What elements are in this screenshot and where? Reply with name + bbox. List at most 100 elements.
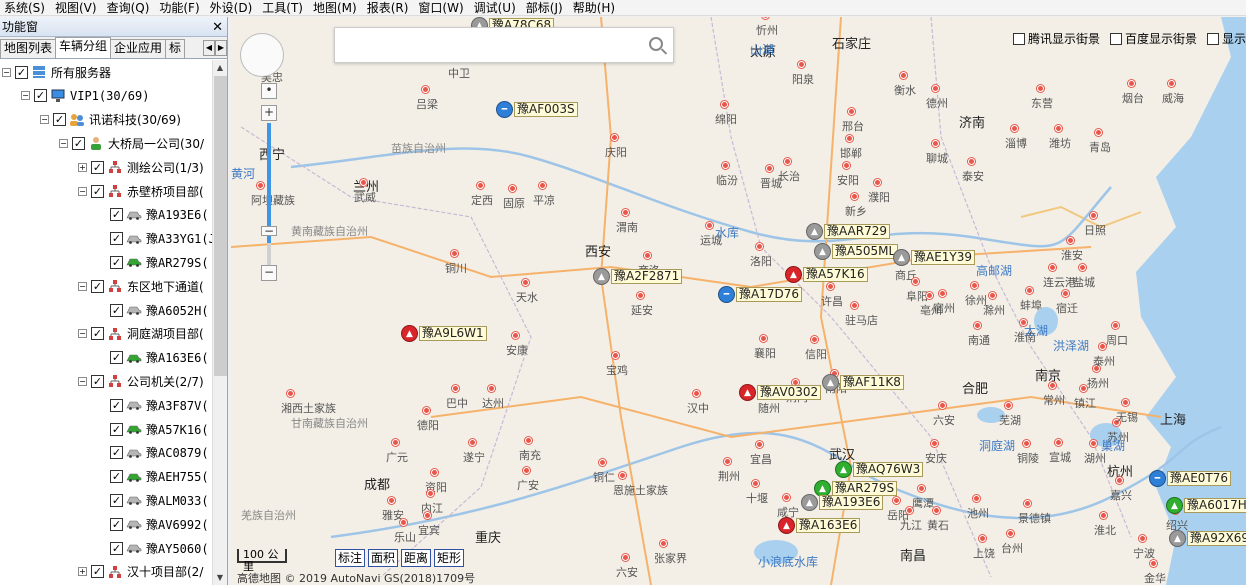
tree-vehicle-item[interactable]: ✓ 豫A163E6( [97, 348, 209, 368]
map-view[interactable]: 太原 石家庄 济南 西宁 兰州 西安 武汉 合肥 南京 上海 杭州 成都 重庆 南昌 忻州 阳泉 衡水 德州 东营烟… [231, 17, 1246, 585]
scroll-up-icon[interactable]: ▲ [213, 60, 227, 75]
zoom-slider-handle[interactable]: − [261, 225, 277, 237]
vehicle-marker[interactable]: ▲ 豫A6017H [1166, 497, 1246, 514]
vehicle-offline-icon[interactable]: ▲ [806, 223, 823, 240]
vehicle-marker[interactable]: ▲ 豫A505ML [814, 243, 899, 260]
zoom-in-button[interactable]: + [261, 105, 277, 121]
tree-checkbox[interactable]: ✓ [110, 232, 123, 246]
menu-item[interactable]: 报表(R) [363, 0, 415, 16]
tree-checkbox[interactable]: ✓ [91, 327, 104, 341]
vehicle-marker[interactable]: ▲ 豫A2F2871 [593, 268, 683, 285]
vehicle-marker[interactable]: ▲ 豫AE1Y39 [893, 249, 976, 266]
vehicle-moving-icon[interactable]: ▲ [785, 266, 802, 283]
map-tool-button[interactable]: 矩形 [434, 549, 465, 567]
street-view-checkbox[interactable]: 腾讯显示街景 [1012, 30, 1100, 47]
tree-group-item[interactable]: − ✓ 讯诺科技(30/69) [40, 110, 181, 130]
tree-vehicle-item[interactable]: ✓ 豫A33YG1(J [97, 229, 212, 249]
vehicle-plate-label[interactable]: 豫A2F2871 [611, 269, 683, 284]
collapse-icon[interactable]: − [2, 67, 11, 77]
panel-tab[interactable]: 企业应用 [110, 39, 167, 58]
tree-group-item[interactable]: + ✓ 汉十项目部(2/ [78, 562, 203, 582]
vehicle-stopped-icon[interactable]: ━ [1149, 470, 1166, 487]
tree-group-item[interactable]: − ✓ VIP1(30/69) [21, 86, 149, 106]
tree-group-item[interactable]: − ✓ 公司机关(2/7) [78, 371, 204, 391]
tree-group-item[interactable]: − ✓ 所有服务器 [2, 62, 111, 82]
vehicle-plate-label[interactable]: 豫AQ76W3 [853, 462, 924, 477]
panel-tab[interactable]: 标 [165, 39, 186, 58]
map-tool-button[interactable]: 距离 [401, 549, 432, 567]
tree-group-item[interactable]: + ✓ 测绘公司(1/3) [78, 157, 204, 177]
tree-vehicle-item[interactable]: ✓ 豫A57K16( [97, 419, 209, 439]
close-icon[interactable]: ✕ [212, 18, 223, 38]
tree-checkbox[interactable]: ✓ [91, 160, 104, 174]
tree-checkbox[interactable]: ✓ [110, 446, 123, 460]
vehicle-plate-label[interactable]: 豫A163E6 [796, 518, 861, 533]
tree-checkbox[interactable]: ✓ [110, 422, 123, 436]
scroll-down-icon[interactable]: ▼ [213, 570, 227, 585]
menu-item[interactable]: 部标(J) [522, 0, 569, 16]
tree-checkbox[interactable]: ✓ [72, 136, 85, 150]
tree-vehicle-item[interactable]: ✓ 豫AC0879( [97, 443, 209, 463]
map-search-input[interactable] [335, 28, 625, 62]
tree-vehicle-item[interactable]: ✓ 豫AY5060( [97, 538, 209, 558]
vehicle-online-icon[interactable]: ▲ [1166, 497, 1183, 514]
menu-item[interactable]: 系统(S) [0, 0, 51, 16]
menu-item[interactable]: 帮助(H) [569, 0, 621, 16]
tree-checkbox[interactable]: ✓ [53, 113, 66, 127]
menu-item[interactable]: 工具(T) [258, 0, 309, 16]
tree-vehicle-item[interactable]: ✓ 豫A193E6( [97, 205, 209, 225]
tree-group-item[interactable]: − ✓ 赤壁桥项目部( [78, 181, 204, 201]
vehicle-plate-label[interactable]: 豫A505ML [832, 244, 899, 259]
vehicle-plate-label[interactable]: 豫AF11K8 [840, 375, 904, 390]
collapse-icon[interactable]: − [40, 115, 49, 125]
vehicle-plate-label[interactable]: 豫A6017H [1184, 498, 1246, 513]
vehicle-moving-icon[interactable]: ▲ [401, 325, 418, 342]
vehicle-marker[interactable]: ▲ 豫A57K16 [785, 266, 868, 283]
menu-item[interactable]: 地图(M) [309, 0, 363, 16]
vehicle-offline-icon[interactable]: ▲ [593, 268, 610, 285]
scroll-thumb[interactable] [214, 76, 227, 376]
vehicle-plate-label[interactable]: 豫A193E6 [819, 495, 884, 510]
vehicle-marker[interactable]: ▲ 豫AF11K8 [822, 374, 904, 391]
collapse-icon[interactable]: − [78, 186, 87, 196]
vehicle-marker[interactable]: ▲ 豫A92X69 [1169, 530, 1246, 547]
checkbox-icon[interactable] [1109, 32, 1122, 45]
tree-checkbox[interactable]: ✓ [110, 493, 123, 507]
tree-vehicle-item[interactable]: ✓ 豫ALM033( [97, 490, 209, 510]
vehicle-offline-icon[interactable]: ▲ [814, 243, 831, 260]
collapse-icon[interactable]: − [21, 91, 30, 101]
vehicle-plate-label[interactable]: 豫A92X69 [1187, 531, 1246, 546]
menu-item[interactable]: 视图(V) [51, 0, 103, 16]
collapse-icon[interactable]: − [59, 138, 68, 148]
tree-vehicle-item[interactable]: ✓ 豫AEH755( [97, 467, 209, 487]
tree-checkbox[interactable]: ✓ [91, 279, 104, 293]
vehicle-moving-icon[interactable]: ▲ [739, 384, 756, 401]
tree-group-item[interactable]: − ✓ 洞庭湖项目部( [78, 324, 204, 344]
vehicle-moving-icon[interactable]: ▲ [778, 517, 795, 534]
vehicle-offline-icon[interactable]: ▲ [801, 494, 818, 511]
vehicle-offline-icon[interactable]: ▲ [1169, 530, 1186, 547]
vehicle-plate-label[interactable]: 豫AAR729 [824, 224, 890, 239]
tree-vehicle-item[interactable]: ✓ 豫A3F87V( [97, 395, 209, 415]
menu-item[interactable]: 窗口(W) [414, 0, 469, 16]
vehicle-offline-icon[interactable]: ▲ [893, 249, 910, 266]
vehicle-marker[interactable]: ▲ 豫AQ76W3 [835, 461, 924, 478]
vehicle-marker[interactable]: ▲ 豫AV0302 [739, 384, 822, 401]
tree-checkbox[interactable]: ✓ [34, 89, 47, 103]
menu-item[interactable]: 调试(U) [470, 0, 522, 16]
map-tool-button[interactable]: 面积 [368, 549, 399, 567]
collapse-icon[interactable]: − [78, 281, 87, 291]
menu-item[interactable]: 查询(Q) [103, 0, 156, 16]
tree-checkbox[interactable]: ✓ [91, 565, 104, 579]
checkbox-icon[interactable] [1206, 32, 1219, 45]
tree-vehicle-item[interactable]: ✓ 豫AR279S( [97, 252, 209, 272]
search-icon[interactable] [649, 37, 663, 51]
tree-group-item[interactable]: − ✓ 大桥局一公司(30/ [59, 133, 204, 153]
pan-control-icon[interactable] [240, 33, 284, 77]
tree-checkbox[interactable]: ✓ [110, 398, 123, 412]
tree-group-item[interactable]: − ✓ 东区地下通道( [78, 276, 204, 296]
tree-checkbox[interactable]: ✓ [110, 351, 123, 365]
tree-checkbox[interactable]: ✓ [91, 374, 104, 388]
vehicle-offline-icon[interactable]: ▲ [822, 374, 839, 391]
vehicle-plate-label[interactable]: 豫AV0302 [757, 385, 822, 400]
